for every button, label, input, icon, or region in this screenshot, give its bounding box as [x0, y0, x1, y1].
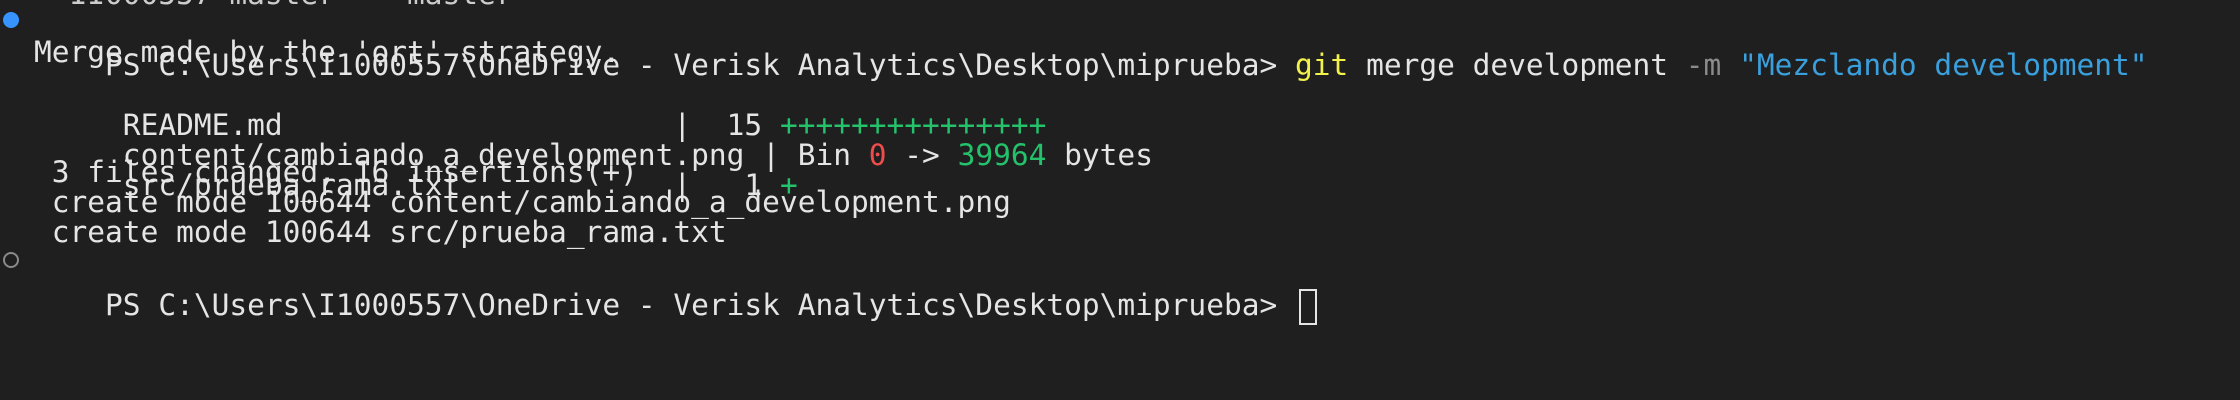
command-line-current[interactable]: PS C:\Users\I1000557\OneDrive - Verisk A… [34, 241, 1318, 325]
command-success-decoration-icon[interactable] [3, 12, 19, 28]
cursor-block [1299, 288, 1318, 325]
stat-bin-from: 0 [868, 138, 887, 172]
git-command: git [1295, 48, 1349, 82]
stat-unit: bytes [1046, 138, 1153, 172]
command-flag: -m [1685, 48, 1722, 82]
prompt-text: PS C:\Users\I1000557\OneDrive - Verisk A… [105, 288, 1296, 322]
commit-message-string: "Mezclando development" [1739, 48, 2148, 82]
terminal-panel[interactable]: II000557 master ~ master PS C:\Users\I10… [0, 0, 2240, 400]
stat-bin-to: 39964 [957, 138, 1047, 172]
prompt-decoration-icon[interactable] [3, 252, 19, 268]
stat-arrow: -> [886, 138, 958, 172]
stat-bin: Bin [797, 138, 869, 172]
command-args: merge development [1348, 48, 1686, 82]
